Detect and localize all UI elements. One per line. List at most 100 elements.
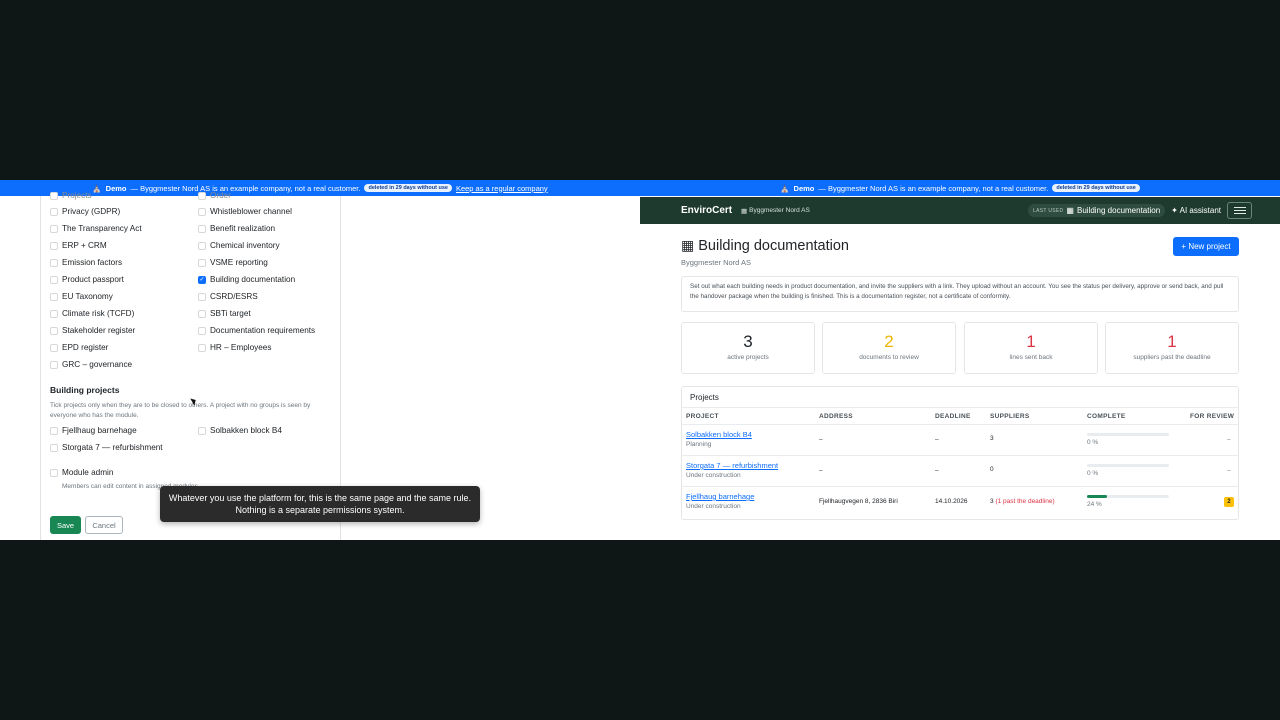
project-link[interactable]: Storgata 7 — refurbishment — [686, 461, 778, 470]
stat-value: 1 — [1026, 332, 1036, 351]
stat-card: 1 lines sent back — [964, 322, 1098, 374]
cancel-button[interactable]: Cancel — [85, 516, 123, 534]
top-navbar: EnviroCert ▦ Byggmester Nord AS LAST USE… — [640, 197, 1280, 224]
building-projects-heading: Building projects — [50, 385, 120, 395]
module-checkbox[interactable]: EU Taxonomy — [50, 292, 113, 301]
checkbox-icon[interactable] — [50, 292, 58, 301]
keep-company-link[interactable]: Keep as a regular company — [456, 184, 548, 193]
checkbox-icon[interactable] — [198, 309, 206, 318]
table-row: Storgata 7 — refurbishment Under constru… — [686, 461, 778, 479]
checkbox-icon[interactable] — [50, 443, 58, 452]
module-checkbox[interactable]: Chemical inventory — [198, 241, 280, 250]
module-checkbox[interactable]: Benefit realization — [198, 224, 275, 233]
module-checkbox-order[interactable]: Order — [198, 191, 231, 200]
module-checkbox[interactable]: VSME reporting — [198, 258, 268, 267]
module-checkbox[interactable]: CSRD/ESRS — [198, 292, 258, 301]
checkbox-icon[interactable] — [198, 207, 206, 216]
checkbox-icon[interactable] — [50, 326, 58, 335]
narration-tooltip: Whatever you use the platform for, this … — [160, 486, 480, 522]
stat-card: 1 suppliers past the deadline — [1105, 322, 1239, 374]
project-deadline: – — [935, 467, 939, 474]
module-checkbox-projects[interactable]: Projects — [50, 191, 92, 200]
column-header[interactable]: PROJECT — [686, 413, 719, 420]
module-checkbox[interactable]: EPD register — [50, 343, 108, 352]
building-documentation-pane: ⛪ Demo — Byggmester Nord AS is an exampl… — [640, 180, 1280, 540]
checkbox-icon[interactable] — [50, 241, 58, 250]
project-link[interactable]: Fjellhaug barnehage — [686, 492, 754, 501]
column-header[interactable]: ADDRESS — [819, 413, 853, 420]
stat-value: 2 — [884, 332, 894, 351]
module-checkbox[interactable]: Product passport — [50, 275, 124, 284]
project-suppliers: 3 (1 past the deadline) — [990, 498, 1055, 505]
checkbox-icon[interactable] — [50, 309, 58, 318]
project-address: – — [819, 436, 823, 443]
project-address: – — [819, 467, 823, 474]
project-checkbox[interactable]: Storgata 7 — refurbishment — [50, 443, 163, 452]
module-checkbox[interactable]: Whistleblower channel — [198, 207, 292, 216]
access-settings-pane: ⛪ Demo — Byggmester Nord AS is an exampl… — [0, 180, 640, 540]
projects-table-card: Projects PROJECT ADDRESS DEADLINE SUPPLI… — [681, 386, 1239, 520]
project-deadline: 14.10.2026 — [935, 498, 968, 505]
progress-bar — [1087, 464, 1169, 467]
module-checkbox[interactable]: Privacy (GDPR) — [50, 207, 120, 216]
checkbox-icon[interactable] — [50, 426, 58, 435]
org-switcher[interactable]: ▦ Byggmester Nord AS — [741, 207, 810, 215]
review-badge[interactable]: 2 — [1224, 497, 1234, 507]
checkbox-icon[interactable] — [50, 343, 58, 352]
demo-icon: ⛪ — [780, 183, 790, 193]
project-suppliers: 3 — [990, 435, 994, 442]
brand-logo[interactable]: EnviroCert — [681, 205, 732, 216]
demo-label: Demo — [793, 183, 815, 193]
checkbox-icon[interactable] — [50, 468, 58, 477]
column-header[interactable]: DEADLINE — [935, 413, 971, 420]
last-used-shortcut[interactable]: LAST USED ▦ Building documentation — [1028, 204, 1166, 217]
info-callout: Set out what each building needs in prod… — [681, 276, 1239, 312]
module-checkbox[interactable]: Climate risk (TCFD) — [50, 309, 134, 318]
table-row: Fjellhaug barnehage Under construction — [686, 492, 754, 510]
checkbox-icon[interactable] — [50, 258, 58, 267]
new-project-button[interactable]: + New project — [1173, 237, 1239, 256]
save-button[interactable]: Save — [50, 516, 81, 534]
project-link[interactable]: Solbakken block B4 — [686, 430, 752, 439]
checkbox-icon[interactable] — [198, 292, 206, 301]
module-admin-checkbox[interactable]: Module admin — [50, 468, 113, 477]
module-checkbox[interactable]: HR – Employees — [198, 343, 271, 352]
demo-text: — Byggmester Nord AS is an example compa… — [818, 183, 1049, 193]
column-header[interactable]: COMPLETE — [1087, 413, 1126, 420]
module-checkbox[interactable]: Emission factors — [50, 258, 122, 267]
checkbox-icon[interactable] — [198, 241, 206, 250]
last-used-value: Building documentation — [1076, 206, 1161, 215]
last-used-label: LAST USED — [1033, 207, 1064, 214]
checkbox-checked-icon[interactable]: ✓ — [198, 275, 206, 284]
checkbox-icon[interactable] — [198, 258, 206, 267]
checkbox-icon[interactable] — [50, 275, 58, 284]
project-suppliers: 0 — [990, 466, 994, 473]
checkbox-icon[interactable] — [198, 326, 206, 335]
column-header[interactable]: SUPPLIERS — [990, 413, 1030, 420]
stat-card: 2 documents to review — [822, 322, 956, 374]
checkbox-icon[interactable] — [50, 207, 58, 216]
stat-value: 3 — [743, 332, 753, 351]
checkbox-icon[interactable] — [50, 224, 58, 233]
checkbox-icon[interactable] — [198, 343, 206, 352]
project-deadline: – — [935, 436, 939, 443]
checkbox-icon[interactable] — [50, 360, 58, 369]
building-icon: ▦ — [741, 207, 748, 215]
module-checkbox[interactable]: SBTi target — [198, 309, 251, 318]
module-checkbox-building-documentation[interactable]: ✓ Building documentation — [198, 275, 295, 284]
menu-icon[interactable] — [1227, 202, 1252, 219]
progress-label: 0 % — [1087, 439, 1099, 446]
column-header[interactable]: FOR REVIEW — [1190, 413, 1234, 420]
checkbox-icon[interactable] — [198, 224, 206, 233]
project-checkbox[interactable]: Fjellhaug barnehage — [50, 426, 137, 435]
module-checkbox[interactable]: ERP + CRM — [50, 241, 107, 250]
module-checkbox[interactable]: The Transparency Act — [50, 224, 142, 233]
page-title: ▦ Building documentation — [681, 237, 849, 254]
ai-assistant-button[interactable]: ✦ AI assistant — [1171, 206, 1221, 215]
module-checkbox[interactable]: Documentation requirements — [198, 326, 315, 335]
module-checkbox[interactable]: GRC – governance — [50, 360, 132, 369]
project-checkbox[interactable]: Solbakken block B4 — [198, 426, 282, 435]
module-checkbox[interactable]: Stakeholder register — [50, 326, 135, 335]
checkbox-icon[interactable] — [198, 426, 206, 435]
stat-label: suppliers past the deadline — [1133, 354, 1211, 361]
